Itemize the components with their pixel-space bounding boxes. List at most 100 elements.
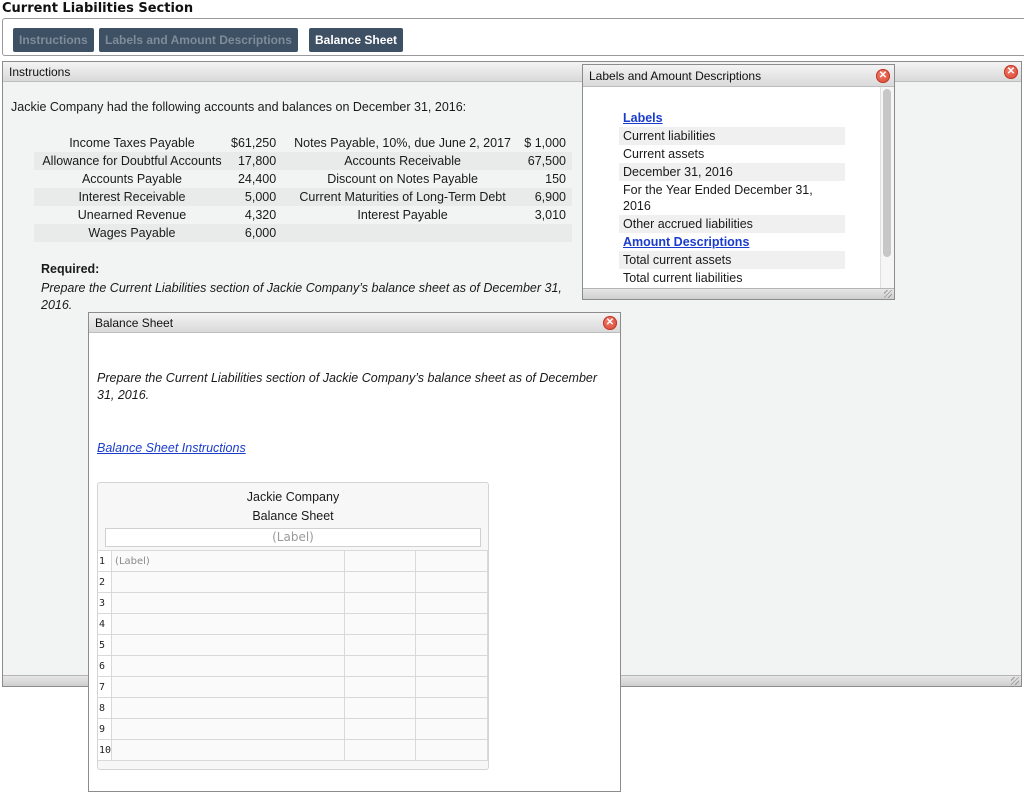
account-name: Accounts Payable: [34, 170, 230, 188]
label-item[interactable]: Current liabilities: [619, 127, 845, 145]
account-name: Allowance for Doubtful Accounts: [34, 152, 230, 170]
account-name: Discount on Notes Payable: [284, 170, 521, 188]
row-amount-input[interactable]: [415, 718, 488, 740]
row-number: 10: [98, 739, 113, 761]
row-label-input[interactable]: [111, 655, 345, 677]
row-amount-input[interactable]: [343, 613, 417, 635]
accounts-table: Income Taxes Payable $61,250 Notes Payable…: [34, 134, 572, 242]
account-name: Interest Receivable: [34, 188, 230, 206]
row-label-input[interactable]: [111, 634, 345, 656]
row-amount-input[interactable]: [415, 613, 488, 635]
label-item[interactable]: Current assets: [619, 145, 845, 163]
row-label-input[interactable]: [111, 697, 345, 719]
close-icon[interactable]: ✕: [876, 69, 890, 83]
balance-sheet-instructions-link[interactable]: Balance Sheet Instructions: [97, 441, 246, 455]
account-amount: 150: [520, 170, 572, 188]
account-name: Wages Payable: [34, 224, 230, 242]
required-text: Prepare the Current Liabilities section …: [41, 281, 562, 312]
row-amount-input[interactable]: [343, 739, 417, 761]
instructions-intro: Jackie Company had the following account…: [11, 100, 467, 114]
instructions-window-title: Instructions: [9, 65, 71, 79]
row-amount-input[interactable]: [343, 592, 417, 614]
row-amount-input[interactable]: [415, 634, 488, 656]
account-amount: 3,010: [520, 206, 572, 224]
worksheet-row: 3: [98, 592, 488, 614]
row-amount-input[interactable]: [343, 634, 417, 656]
row-number: 9: [98, 718, 113, 740]
row-amount-input[interactable]: [343, 676, 417, 698]
account-name: Interest Payable: [284, 206, 521, 224]
label-item[interactable]: Other accrued liabilities: [619, 215, 845, 233]
label-item[interactable]: For the Year Ended December 31, 2016: [619, 181, 845, 215]
row-number: 2: [98, 571, 113, 593]
row-amount-input[interactable]: [343, 718, 417, 740]
close-icon[interactable]: ✕: [603, 316, 617, 330]
row-amount-input[interactable]: [415, 655, 488, 677]
worksheet-row: 4: [98, 613, 488, 635]
row-amount-input[interactable]: [343, 550, 417, 572]
row-label-input[interactable]: [111, 739, 345, 761]
row-amount-input[interactable]: [415, 550, 488, 572]
header-label-input[interactable]: (Label): [105, 528, 481, 547]
labels-window-header[interactable]: Labels and Amount Descriptions ✕: [583, 65, 894, 87]
row-amount-input[interactable]: [343, 655, 417, 677]
account-name: Income Taxes Payable: [34, 134, 230, 152]
row-number: 8: [98, 697, 113, 719]
worksheet-row: 9: [98, 718, 488, 740]
account-row: Accounts Payable 24,400 Discount on Notes …: [34, 170, 572, 188]
tab-balance-sheet[interactable]: Balance Sheet: [309, 28, 404, 52]
statement-name: Balance Sheet: [252, 509, 334, 523]
account-name: [284, 224, 521, 242]
account-name: Current Maturities of Long-Term Debt: [284, 188, 521, 206]
account-row: Interest Receivable 5,000 Current Maturiti…: [34, 188, 572, 206]
account-amount: [520, 224, 572, 242]
account-amount: $61,250: [229, 134, 285, 152]
company-name: Jackie Company: [246, 490, 340, 504]
worksheet-row: 7: [98, 676, 488, 698]
page-title: Current Liabilities Section: [2, 1, 194, 16]
row-label-input[interactable]: [111, 571, 345, 593]
scrollbar-thumb[interactable]: [883, 89, 891, 257]
account-amount: 6,900: [520, 188, 572, 206]
row-amount-input[interactable]: [415, 571, 488, 593]
row-amount-input[interactable]: [415, 676, 488, 698]
labels-window-title: Labels and Amount Descriptions: [589, 69, 762, 83]
account-row: Unearned Revenue 4,320 Interest Payable 3,0…: [34, 206, 572, 224]
row-amount-input[interactable]: [415, 697, 488, 719]
labels-window-footer: [583, 288, 894, 299]
row-label-input[interactable]: (Label): [111, 550, 345, 572]
amount-description-item[interactable]: Total current liabilities: [619, 269, 845, 287]
account-name: Notes Payable, 10%, due June 2, 2017: [284, 134, 521, 152]
account-amount: $ 1,000: [520, 134, 572, 152]
row-number: 5: [98, 634, 113, 656]
labels-heading-link[interactable]: Labels: [619, 109, 845, 127]
account-row: Wages Payable 6,000: [34, 224, 572, 242]
row-label-input[interactable]: [111, 592, 345, 614]
balance-sheet-window-header[interactable]: Balance Sheet ✕: [89, 313, 620, 333]
row-amount-input[interactable]: [343, 697, 417, 719]
worksheet-row: 6: [98, 655, 488, 677]
labels-list: Labels Current liabilities Current asset…: [619, 109, 845, 287]
row-number: 3: [98, 592, 113, 614]
close-icon[interactable]: ✕: [1004, 65, 1018, 79]
worksheet-row: 1 (Label): [98, 550, 488, 572]
row-label-input[interactable]: [111, 718, 345, 740]
resize-grip-icon[interactable]: [884, 290, 892, 298]
account-name: Unearned Revenue: [34, 206, 230, 224]
tab-labels-and-amount-descriptions[interactable]: Labels and Amount Descriptions: [99, 28, 298, 52]
label-item[interactable]: December 31, 2016: [619, 163, 845, 181]
amount-description-item[interactable]: Total current assets: [619, 251, 845, 269]
row-label-input[interactable]: [111, 676, 345, 698]
amount-descriptions-heading-link[interactable]: Amount Descriptions: [619, 233, 845, 251]
resize-grip-icon[interactable]: [1011, 677, 1019, 685]
worksheet-grid: 1 (Label) 2 3 4 5 6 7 8 9 10: [98, 550, 488, 761]
row-amount-input[interactable]: [415, 739, 488, 761]
account-amount: 17,800: [229, 152, 285, 170]
account-amount: 24,400: [229, 170, 285, 188]
worksheet-row: 10: [98, 739, 488, 761]
row-amount-input[interactable]: [343, 571, 417, 593]
tab-instructions[interactable]: Instructions: [13, 28, 94, 52]
balance-sheet-window-title: Balance Sheet: [95, 316, 174, 330]
row-label-input[interactable]: [111, 613, 345, 635]
row-amount-input[interactable]: [415, 592, 488, 614]
